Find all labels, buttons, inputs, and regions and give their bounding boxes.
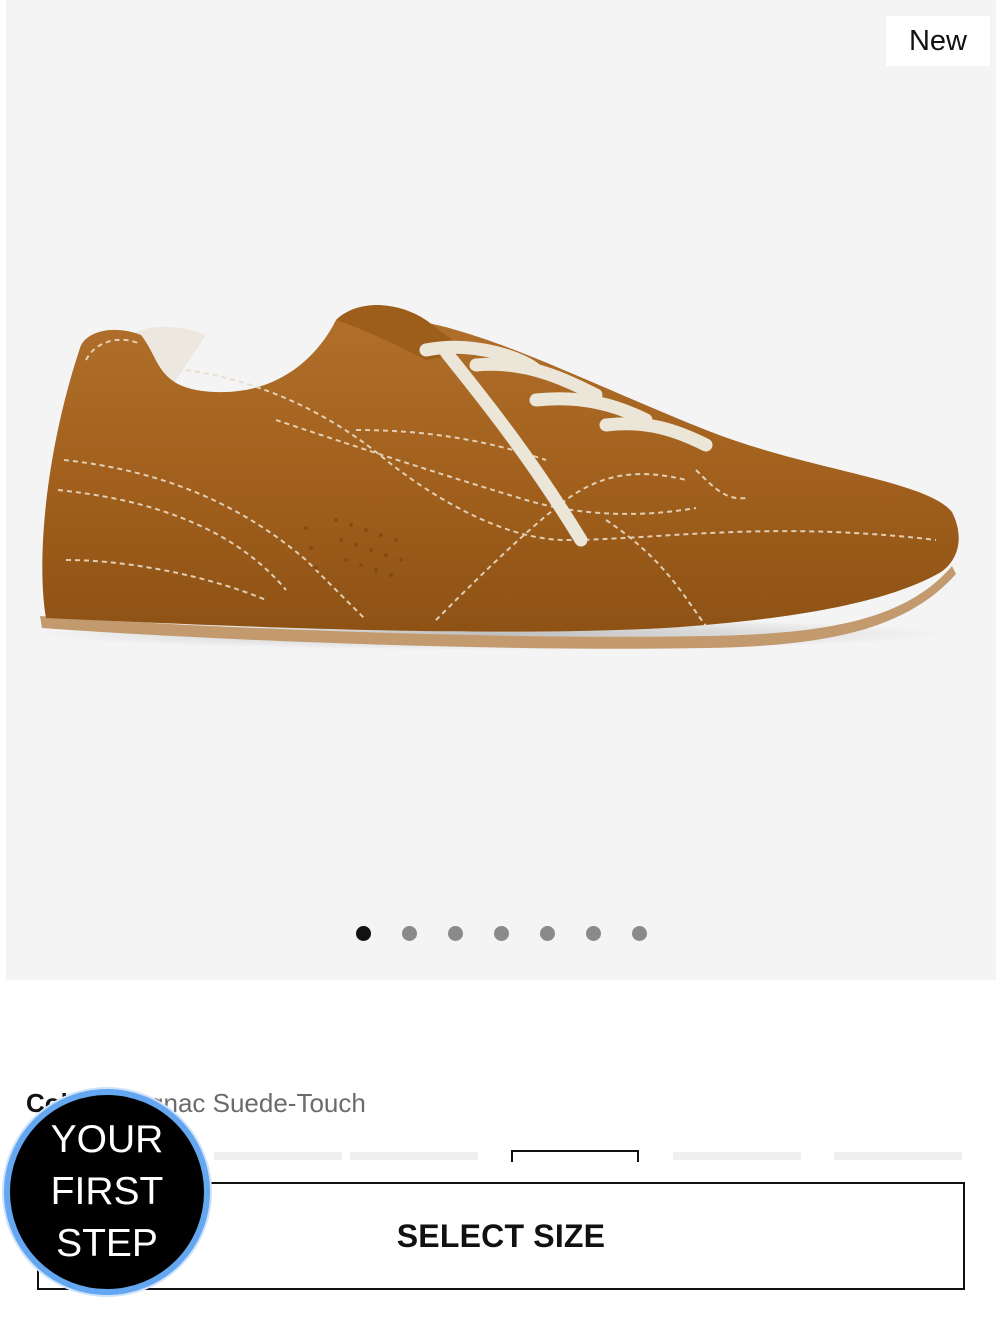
- product-image[interactable]: [6, 0, 996, 980]
- carousel-dot-2[interactable]: [401, 926, 417, 941]
- carousel-dot-6[interactable]: [585, 926, 601, 941]
- color-swatch-3[interactable]: [350, 1152, 478, 1160]
- color-swatch-4-selected[interactable]: [511, 1150, 639, 1162]
- carousel-dot-3[interactable]: [447, 926, 463, 941]
- promo-line-3: STEP: [56, 1222, 158, 1265]
- carousel-dots: [6, 926, 996, 944]
- promo-line-1: YOUR: [50, 1118, 164, 1161]
- carousel-dot-7[interactable]: [631, 926, 647, 941]
- new-badge: New: [886, 16, 990, 66]
- color-swatch-5[interactable]: [673, 1152, 801, 1160]
- product-image-gallery[interactable]: New: [6, 0, 996, 980]
- carousel-dot-5[interactable]: [539, 926, 555, 941]
- carousel-dot-4[interactable]: [493, 926, 509, 941]
- your-first-step-promo-badge[interactable]: YOUR FIRST STEP: [4, 1089, 210, 1295]
- carousel-dot-1[interactable]: [355, 926, 371, 941]
- color-swatch-6[interactable]: [834, 1152, 962, 1160]
- color-swatch-2[interactable]: [214, 1152, 342, 1160]
- promo-line-2: FIRST: [50, 1170, 164, 1213]
